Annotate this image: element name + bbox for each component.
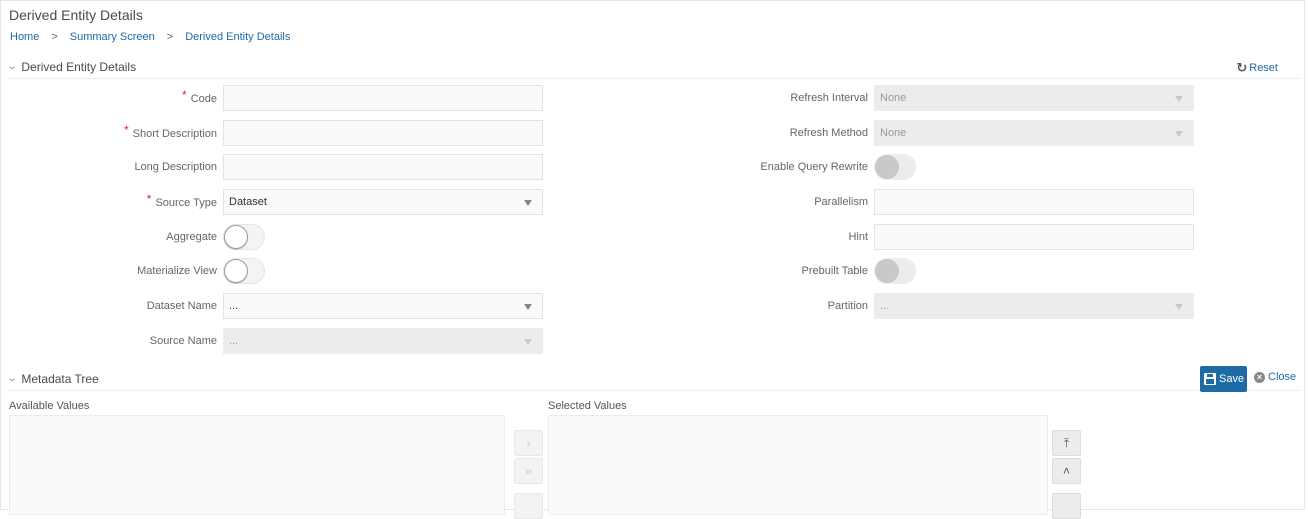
materialize-view-row: Materialize View: [0, 258, 265, 284]
prebuilt-table-label: Prebuilt Table: [801, 265, 868, 277]
close-label: Close: [1268, 371, 1297, 383]
source-type-row: * Source Type Dataset: [0, 189, 543, 215]
source-name-row: Source Name ...: [0, 328, 543, 354]
dropdown-caret-icon: [1175, 304, 1183, 310]
refresh-method-select[interactable]: None: [874, 120, 1194, 146]
partition-select[interactable]: ...: [874, 293, 1194, 319]
move-all-right-button[interactable]: »: [514, 458, 543, 484]
prebuilt-table-row: Prebuilt Table: [600, 258, 916, 284]
dropdown-caret-icon: [524, 200, 532, 206]
materialize-view-label: Materialize View: [137, 265, 217, 277]
dataset-name-value: ...: [229, 300, 239, 312]
save-label: Save: [1219, 373, 1245, 385]
long-description-input[interactable]: [223, 154, 543, 180]
source-name-value: ...: [229, 335, 239, 347]
close-circle-icon: ×: [1254, 371, 1265, 383]
code-row: * Code: [0, 85, 543, 111]
breadcrumb-home[interactable]: Home: [10, 31, 39, 43]
reset-label: Reset: [1249, 62, 1278, 74]
page-title: Derived Entity Details: [9, 7, 143, 23]
refresh-interval-row: Refresh Interval None: [600, 85, 1194, 111]
required-marker: *: [123, 123, 129, 137]
materialize-view-toggle[interactable]: [223, 258, 265, 284]
prebuilt-table-toggle[interactable]: [874, 258, 916, 284]
metadata-section-title: Metadata Tree: [21, 371, 99, 386]
enable-query-rewrite-row: Enable Query Rewrite: [600, 154, 916, 180]
breadcrumb: Home > Summary Screen > Derived Entity D…: [10, 31, 290, 43]
source-type-value: Dataset: [229, 196, 267, 208]
parallelism-input[interactable]: [874, 189, 1194, 215]
selected-values-list[interactable]: [548, 415, 1048, 515]
source-name-select[interactable]: ...: [223, 328, 543, 354]
dropdown-caret-icon: [1175, 131, 1183, 137]
hint-row: Hint: [600, 224, 1194, 250]
dropdown-caret-icon: [524, 339, 532, 345]
dataset-name-select[interactable]: ...: [223, 293, 543, 319]
partition-row: Partition ...: [600, 293, 1194, 319]
available-values-list[interactable]: [9, 415, 505, 515]
breadcrumb-current[interactable]: Derived Entity Details: [185, 31, 290, 43]
required-marker: *: [146, 192, 152, 206]
partition-value: ...: [880, 300, 890, 312]
dropdown-caret-icon: [524, 304, 532, 310]
refresh-interval-value: None: [880, 92, 907, 104]
breadcrumb-separator: >: [166, 31, 174, 43]
source-type-label: * Source Type: [146, 192, 217, 209]
dropdown-caret-icon: [1175, 96, 1183, 102]
hint-input[interactable]: [874, 224, 1194, 250]
save-button[interactable]: Save: [1200, 366, 1247, 392]
code-label: * Code: [182, 88, 217, 105]
short-description-input[interactable]: [223, 120, 543, 146]
details-section-header[interactable]: ⌄ Derived Entity Details: [6, 55, 1300, 79]
long-description-row: Long Description: [0, 154, 543, 180]
refresh-method-label: Refresh Method: [789, 127, 868, 139]
aggregate-row: Aggregate: [0, 224, 265, 250]
reset-button[interactable]: ↻ Reset: [1236, 60, 1278, 76]
chevron-down-icon: ⌄: [6, 61, 19, 72]
refresh-interval-select[interactable]: None: [874, 85, 1194, 111]
hint-label: Hint: [848, 231, 868, 243]
parallelism-label: Parallelism: [814, 196, 868, 208]
move-top-button[interactable]: ⤒: [1052, 430, 1081, 456]
toggle-knob: [224, 259, 248, 283]
toggle-knob: [875, 259, 899, 283]
short-description-row: * Short Description: [0, 120, 543, 146]
toggle-knob: [224, 225, 248, 249]
close-button[interactable]: × Close: [1254, 371, 1296, 383]
move-right-button[interactable]: ›: [514, 430, 543, 456]
aggregate-toggle[interactable]: [223, 224, 265, 250]
move-up-button[interactable]: ˄: [1052, 458, 1081, 484]
refresh-interval-label: Refresh Interval: [790, 92, 868, 104]
move-down-button[interactable]: [1052, 493, 1081, 519]
metadata-section-header[interactable]: ⌄ Metadata Tree: [6, 367, 1300, 391]
enable-query-rewrite-toggle[interactable]: [874, 154, 916, 180]
reset-icon: ↻: [1236, 60, 1248, 75]
dataset-name-row: Dataset Name ...: [0, 293, 543, 319]
refresh-method-value: None: [880, 127, 907, 139]
toggle-knob: [875, 155, 899, 179]
aggregate-label: Aggregate: [166, 231, 217, 243]
details-section-title: Derived Entity Details: [21, 59, 137, 74]
breadcrumb-separator: >: [51, 31, 58, 43]
dataset-name-label: Dataset Name: [146, 300, 217, 312]
refresh-method-row: Refresh Method None: [600, 120, 1194, 146]
partition-label: Partition: [827, 300, 868, 312]
source-name-label: Source Name: [149, 335, 217, 347]
selected-values-label: Selected Values: [548, 400, 627, 412]
breadcrumb-summary-screen[interactable]: Summary Screen: [70, 31, 155, 43]
floppy-disk-icon: [1204, 373, 1216, 385]
chevron-down-icon: ⌄: [6, 373, 19, 384]
enable-query-rewrite-label: Enable Query Rewrite: [760, 161, 868, 173]
available-values-label: Available Values: [9, 400, 90, 412]
code-input[interactable]: [223, 85, 543, 111]
short-description-label: * Short Description: [123, 123, 217, 140]
move-left-button[interactable]: [514, 493, 543, 519]
required-marker: *: [182, 88, 187, 102]
parallelism-row: Parallelism: [600, 189, 1194, 215]
source-type-select[interactable]: Dataset: [223, 189, 543, 215]
long-description-label: Long Description: [134, 161, 217, 173]
